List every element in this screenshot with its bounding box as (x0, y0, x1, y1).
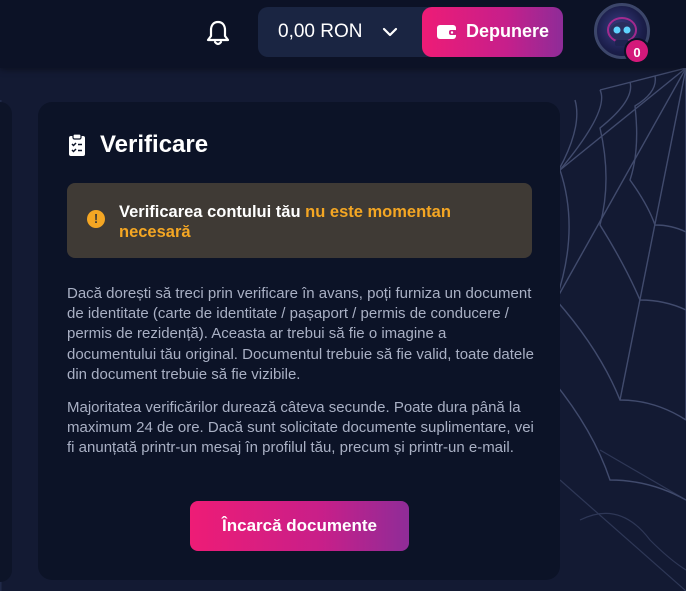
verification-status-alert: ! Verificarea contului tău nu este momen… (67, 183, 532, 258)
verification-card: Verificare ! Verificarea contului tău nu… (38, 102, 560, 580)
alert-message: Verificarea contului tău nu este momenta… (119, 202, 519, 242)
notification-count-badge: 0 (624, 38, 650, 64)
alert-text: Verificarea contului tău (119, 203, 301, 221)
deposit-label: Depunere (466, 21, 550, 41)
upload-documents-button[interactable]: Încarcă documente (190, 501, 409, 551)
info-paragraph-duration: Majoritatea verificărilor durează câteva… (67, 399, 534, 457)
clipboard-check-icon (69, 133, 85, 156)
balance-value: 0,00 RON (278, 21, 363, 42)
bell-icon[interactable] (203, 18, 233, 48)
warning-icon: ! (87, 210, 105, 228)
deposit-button[interactable]: Depunere (422, 7, 563, 57)
wallet-icon (437, 25, 457, 39)
info-paragraph-documents: Dacă dorești să treci prin verificare în… (67, 285, 534, 383)
card-title: Verificare (100, 131, 209, 158)
chevron-down-icon (382, 27, 398, 37)
side-panel (0, 102, 12, 582)
